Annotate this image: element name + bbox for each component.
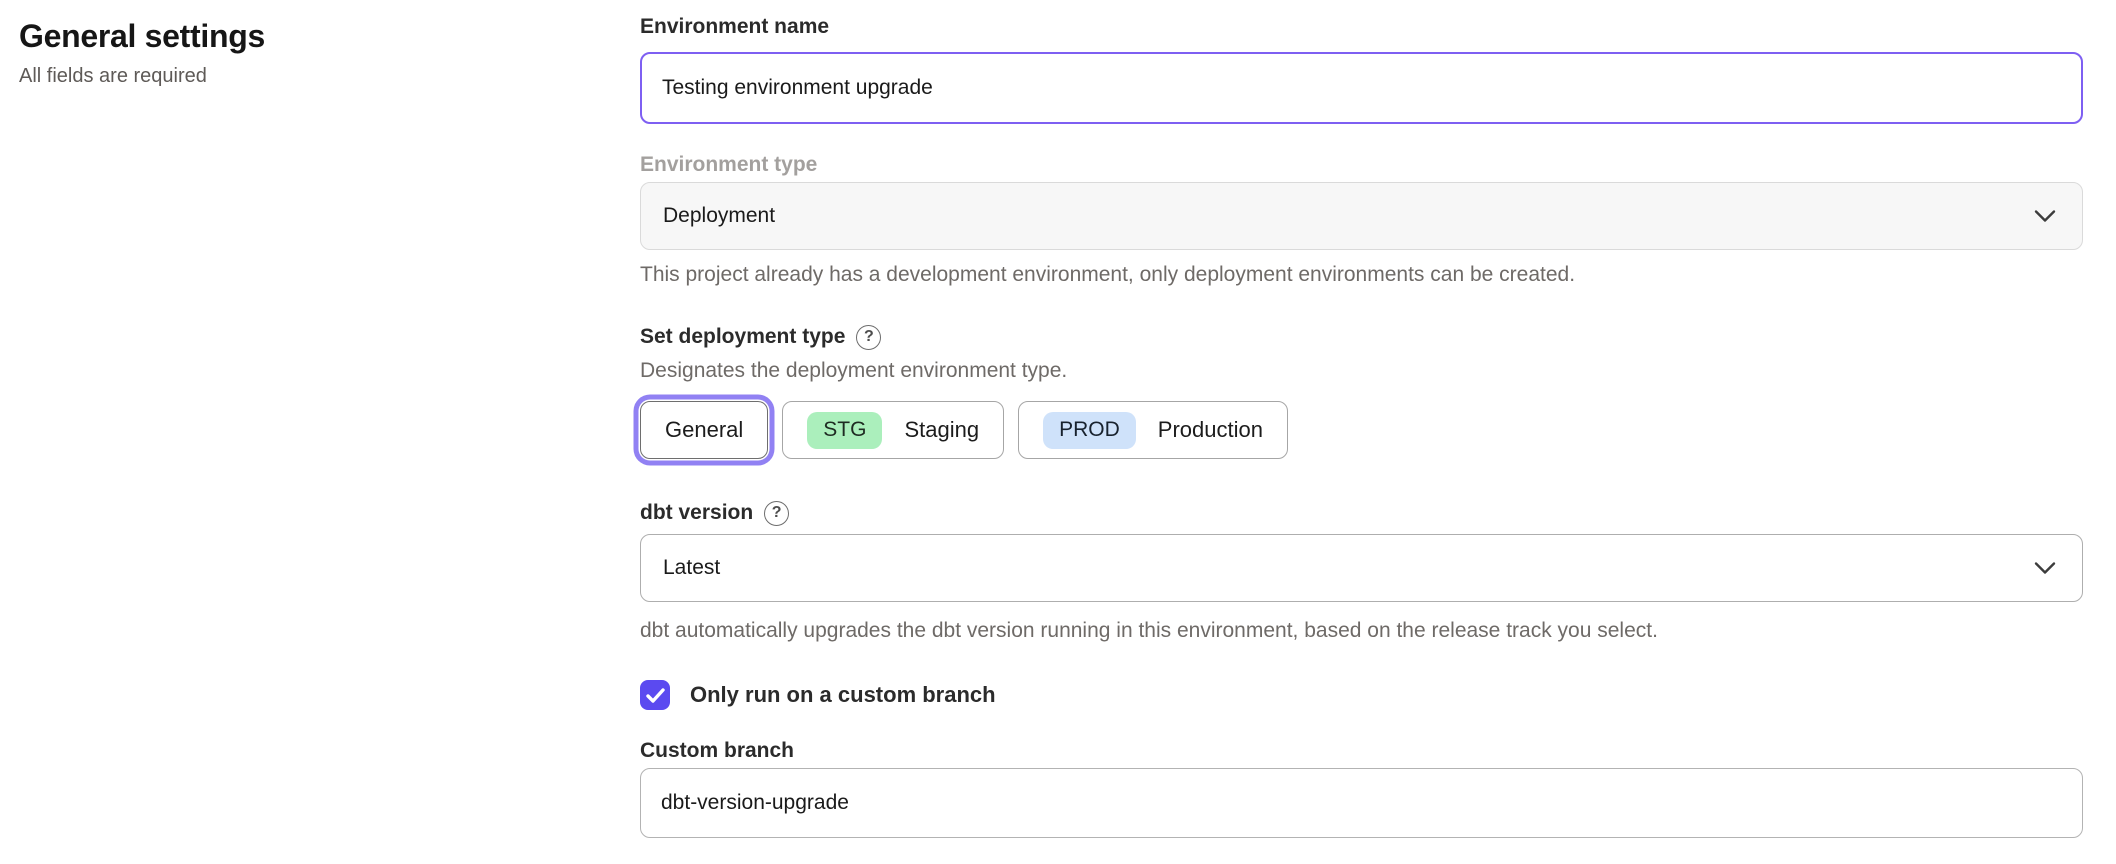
help-icon[interactable]: ? — [764, 501, 789, 526]
deployment-type-staging-button[interactable]: STG Staging — [782, 401, 1004, 459]
environment-name-input[interactable] — [640, 52, 2083, 124]
dbt-version-helper: dbt automatically upgrades the dbt versi… — [640, 618, 2083, 644]
environment-type-value: Deployment — [663, 204, 775, 228]
staging-badge: STG — [807, 412, 882, 449]
help-icon[interactable]: ? — [856, 325, 881, 350]
environment-type-select[interactable]: Deployment — [640, 182, 2083, 250]
deployment-type-helper: Designates the deployment environment ty… — [640, 358, 2083, 384]
environment-type-label: Environment type — [640, 152, 2083, 178]
custom-branch-toggle-label[interactable]: Only run on a custom branch — [690, 680, 996, 710]
page-title: General settings — [19, 14, 640, 58]
environment-type-helper: This project already has a development e… — [640, 262, 2083, 288]
deployment-type-label: Set deployment type — [640, 324, 845, 350]
deployment-type-production-button[interactable]: PROD Production — [1018, 401, 1288, 459]
deployment-type-label-row: Set deployment type ? — [640, 324, 2083, 350]
chevron-down-icon — [2034, 210, 2056, 223]
custom-branch-input[interactable] — [640, 768, 2083, 838]
deployment-type-general-button[interactable]: General — [640, 401, 768, 459]
deployment-type-staging-label: Staging — [904, 417, 979, 443]
environment-name-label: Environment name — [640, 14, 2083, 40]
dbt-version-label-row: dbt version ? — [640, 500, 2083, 526]
environment-settings-form: Environment name Environment type Deploy… — [640, 0, 2116, 864]
custom-branch-checkbox[interactable] — [640, 680, 670, 710]
settings-header-panel: General settings All fields are required — [0, 0, 640, 864]
production-badge: PROD — [1043, 412, 1136, 449]
deployment-type-general-label: General — [665, 417, 743, 443]
check-icon — [646, 688, 665, 703]
deployment-type-options: General STG Staging PROD Production — [640, 400, 2083, 460]
dbt-version-select[interactable]: Latest — [640, 534, 2083, 602]
dbt-version-value: Latest — [663, 556, 720, 580]
custom-branch-toggle-row: Only run on a custom branch — [640, 680, 2083, 710]
page-subtitle: All fields are required — [19, 62, 640, 90]
dbt-version-label: dbt version — [640, 500, 753, 526]
chevron-down-icon — [2034, 562, 2056, 575]
deployment-type-production-label: Production — [1158, 417, 1263, 443]
custom-branch-label: Custom branch — [640, 738, 2083, 764]
